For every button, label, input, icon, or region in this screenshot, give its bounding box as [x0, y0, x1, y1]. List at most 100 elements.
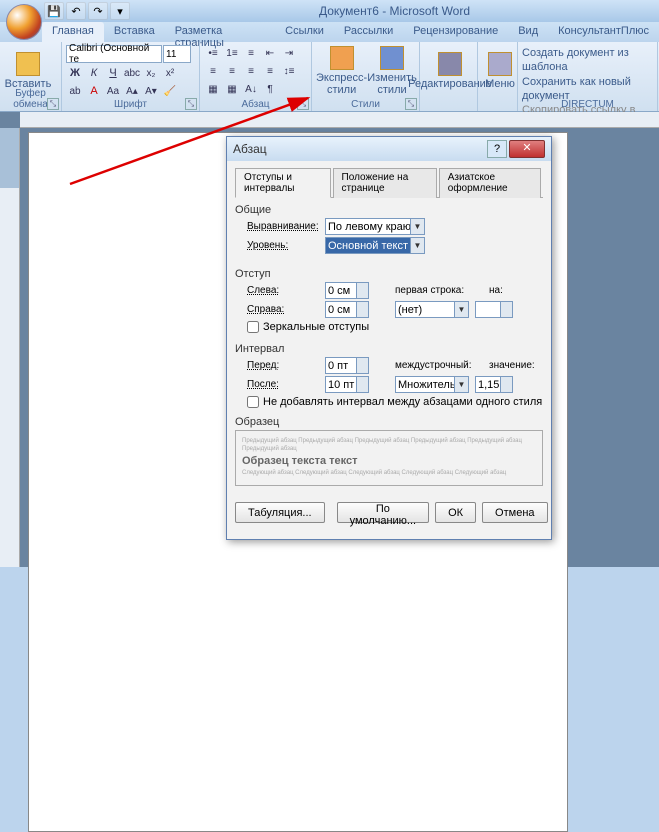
before-spin[interactable]: 0 пт — [325, 357, 369, 374]
line-spacing-label: междустрочный: — [395, 360, 483, 371]
multilevel-button[interactable]: ≡ — [242, 45, 260, 61]
bullets-button[interactable]: •≡ — [204, 45, 222, 61]
indent-left-spin[interactable]: 0 см — [325, 282, 369, 299]
group-styles-label: Стили — [312, 99, 419, 110]
qat-more-icon[interactable]: ▾ — [110, 2, 130, 20]
highlight-button[interactable]: ab — [66, 83, 84, 99]
superscript-button[interactable]: x² — [161, 65, 179, 81]
dialog-close-button[interactable]: ✕ — [509, 140, 545, 158]
default-button[interactable]: По умолчанию... — [337, 502, 429, 523]
align-left-button[interactable]: ≡ — [204, 63, 222, 79]
line-spacing-button[interactable]: ↕≡ — [280, 63, 298, 79]
subscript-button[interactable]: x₂ — [142, 65, 160, 81]
first-line-by-spin[interactable] — [475, 301, 513, 318]
borders-button[interactable]: ▦ — [223, 81, 241, 97]
paragraph-launcher[interactable]: ⤡ — [297, 98, 309, 110]
show-marks-button[interactable]: ¶ — [261, 81, 279, 97]
dialog-tabs: Отступы и интервалы Положение на страниц… — [235, 167, 543, 198]
paste-icon — [16, 52, 40, 76]
nosame-label: Не добавлять интервал между абзацами одн… — [263, 396, 542, 408]
at-spin[interactable]: 1,15 — [475, 376, 513, 393]
section-spacing: Интервал — [235, 343, 543, 355]
clear-format-button[interactable]: 🧹 — [161, 83, 179, 99]
dialog-titlebar[interactable]: Абзац ? ✕ — [227, 137, 551, 161]
dialog-help-button[interactable]: ? — [487, 140, 507, 158]
tab-insert[interactable]: Вставка — [104, 22, 165, 42]
line-spacing-select[interactable]: Множитель▼ — [395, 376, 469, 393]
editing-button[interactable]: Редактирование — [424, 44, 476, 98]
find-icon — [438, 52, 462, 76]
font-color-button[interactable]: A — [85, 83, 103, 99]
styles-launcher[interactable]: ⤡ — [405, 98, 417, 110]
bold-button[interactable]: Ж — [66, 65, 84, 81]
align-select[interactable]: По левому краю▼ — [325, 218, 425, 235]
numbering-button[interactable]: 1≡ — [223, 45, 241, 61]
align-right-button[interactable]: ≡ — [242, 63, 260, 79]
first-line-label: первая строка: — [395, 285, 483, 296]
menu-button[interactable]: Меню — [482, 44, 518, 98]
first-line-select[interactable]: (нет)▼ — [395, 301, 469, 318]
nosame-checkbox[interactable] — [247, 396, 259, 408]
ok-button[interactable]: ОК — [435, 502, 476, 523]
group-directum: Создать документ из шаблона Сохранить ка… — [518, 42, 658, 111]
indent-dec-button[interactable]: ⇤ — [261, 45, 279, 61]
italic-button[interactable]: К — [85, 65, 103, 81]
tab-consultant[interactable]: КонсультантПлюс — [548, 22, 659, 42]
group-font-label: Шрифт — [62, 99, 199, 110]
clipboard-launcher[interactable]: ⤡ — [47, 98, 59, 110]
tab-position[interactable]: Положение на странице — [333, 168, 437, 198]
grow-font-button[interactable]: A▴ — [123, 83, 141, 99]
font-family-combo[interactable]: Calibri (Основной те — [66, 45, 162, 63]
strike-button[interactable]: abc — [123, 65, 141, 81]
after-spin[interactable]: 10 пт — [325, 376, 369, 393]
align-center-button[interactable]: ≡ — [223, 63, 241, 79]
group-clipboard: Вставить Буфер обмена ⤡ — [0, 42, 62, 111]
save-icon[interactable]: 💾 — [44, 2, 64, 20]
redo-icon[interactable]: ↷ — [88, 2, 108, 20]
shrink-font-button[interactable]: A▾ — [142, 83, 160, 99]
quick-styles-label: Экспресс-стили — [316, 72, 367, 96]
ribbon-tabs: Главная Вставка Разметка страницы Ссылки… — [0, 22, 659, 42]
directum-create[interactable]: Создать документ из шаблона — [522, 46, 653, 75]
ruler-horizontal[interactable] — [20, 112, 659, 128]
tabs-button[interactable]: Табуляция... — [235, 502, 325, 523]
mirror-indents-check[interactable]: Зеркальные отступы — [247, 321, 543, 333]
by-label: на: — [489, 285, 513, 296]
tab-home[interactable]: Главная — [42, 22, 104, 42]
group-font: Calibri (Основной те 11 Ж К Ч abc x₂ x² … — [62, 42, 200, 111]
office-button[interactable] — [6, 4, 42, 40]
group-paragraph: •≡ 1≡ ≡ ⇤ ⇥ ≡ ≡ ≡ ≡ ↕≡ ▦ ▦ A↓ ¶ Абзац ⤡ — [200, 42, 312, 111]
indent-inc-button[interactable]: ⇥ — [280, 45, 298, 61]
quick-styles-button[interactable]: Экспресс-стили — [316, 44, 367, 98]
change-styles-icon — [380, 46, 404, 70]
tab-asian[interactable]: Азиатское оформление — [439, 168, 541, 198]
indent-left-label: Слева: — [247, 285, 319, 296]
group-directum-label: DIRECTUM — [518, 99, 657, 110]
change-case-button[interactable]: Aa — [104, 83, 122, 99]
shading-button[interactable]: ▦ — [204, 81, 222, 97]
sort-button[interactable]: A↓ — [242, 81, 260, 97]
underline-button[interactable]: Ч — [104, 65, 122, 81]
menu-icon — [488, 52, 512, 76]
indent-right-spin[interactable]: 0 см — [325, 301, 369, 318]
group-editing: Редактирование — [420, 42, 478, 111]
ribbon: Вставить Буфер обмена ⤡ Calibri (Основно… — [0, 42, 659, 112]
indent-right-label: Справа: — [247, 304, 319, 315]
font-size-combo[interactable]: 11 — [163, 45, 191, 63]
tab-indents[interactable]: Отступы и интервалы — [235, 168, 331, 198]
tab-layout[interactable]: Разметка страницы — [165, 22, 275, 42]
level-select[interactable]: Основной текст▼ — [325, 237, 425, 254]
mirror-checkbox[interactable] — [247, 321, 259, 333]
tab-references[interactable]: Ссылки — [275, 22, 334, 42]
ruler-vertical[interactable] — [0, 128, 20, 567]
tab-view[interactable]: Вид — [508, 22, 548, 42]
nosame-check[interactable]: Не добавлять интервал между абзацами одн… — [247, 396, 543, 408]
cancel-button[interactable]: Отмена — [482, 502, 547, 523]
tab-review[interactable]: Рецензирование — [403, 22, 508, 42]
level-label: Уровень: — [247, 240, 319, 251]
dialog-title: Абзац — [233, 142, 487, 156]
tab-mailings[interactable]: Рассылки — [334, 22, 403, 42]
undo-icon[interactable]: ↶ — [66, 2, 86, 20]
justify-button[interactable]: ≡ — [261, 63, 279, 79]
font-launcher[interactable]: ⤡ — [185, 98, 197, 110]
